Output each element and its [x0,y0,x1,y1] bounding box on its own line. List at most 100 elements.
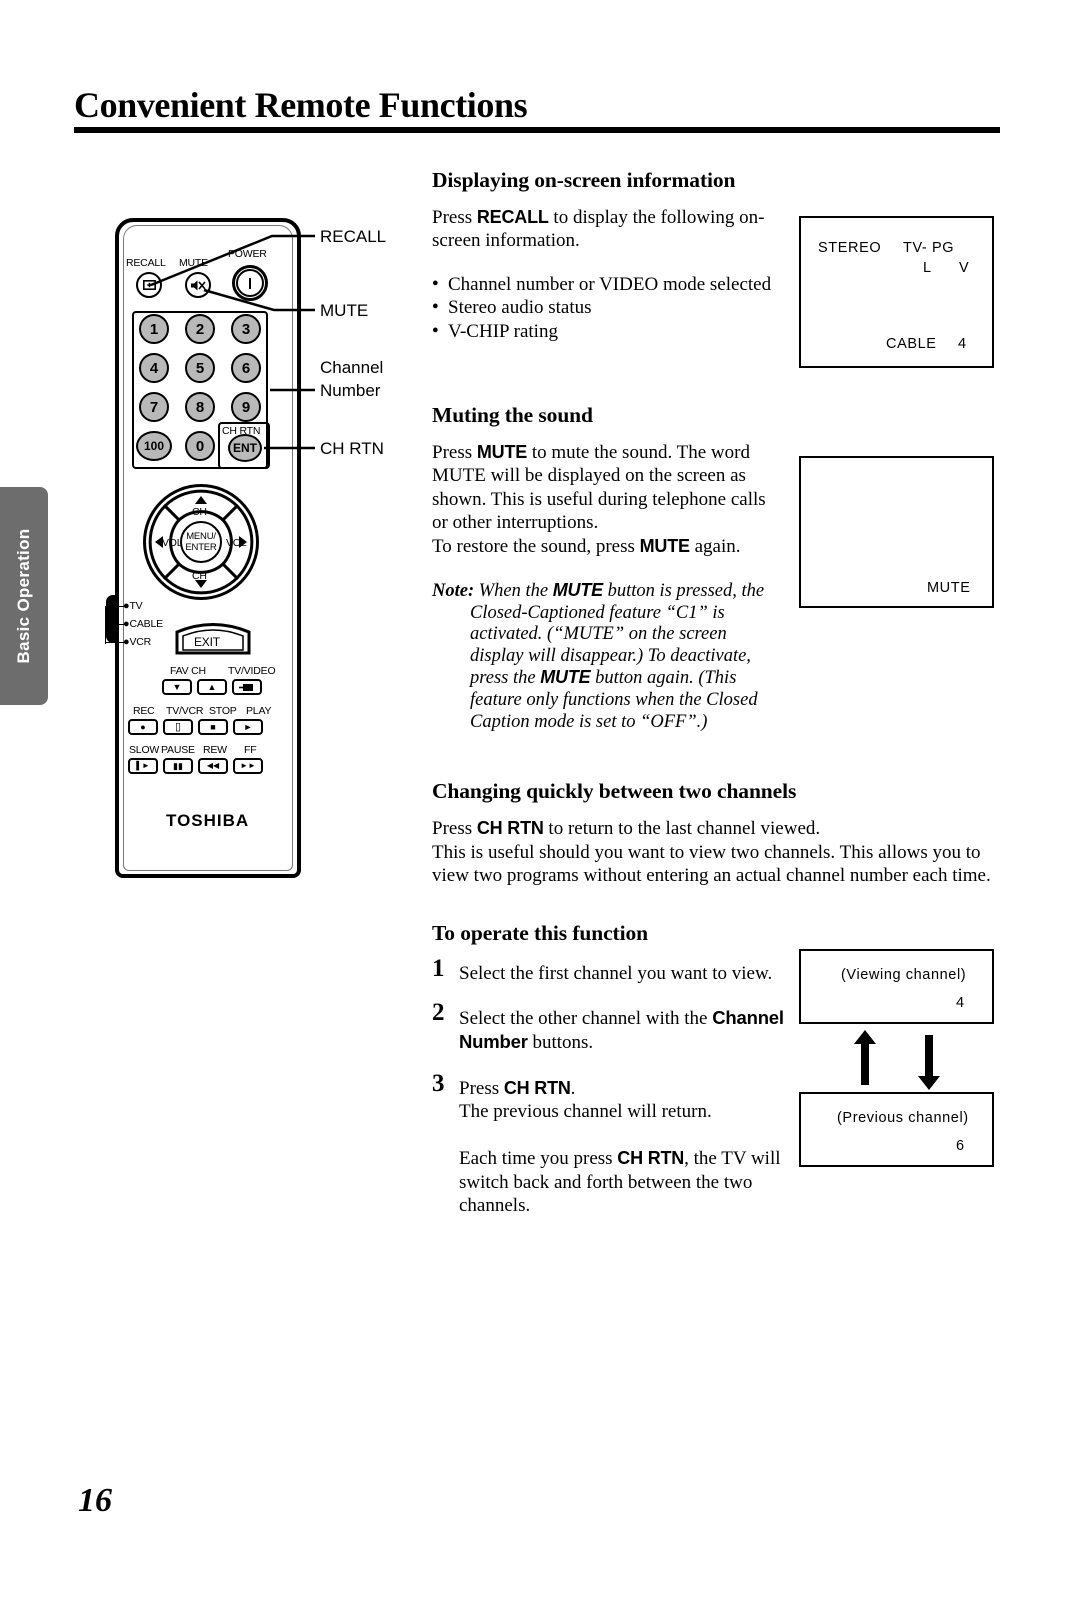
remote-mute-button[interactable] [185,272,211,298]
remote-slow-button[interactable]: ▌► [128,758,158,774]
remote-mode-cable: ●CABLE [123,618,163,630]
play-icon: ► [243,721,253,732]
title-divider [74,127,1000,133]
step-number: 3 [432,1069,445,1097]
remote-rew-label: REW [203,744,227,756]
tv-screen-recall: STEREO TV- PG L V CABLE 4 [799,216,994,368]
step-3: 3 Press CH RTN. The previous channel wil… [432,1069,712,1123]
triangle-down-icon: ▼ [172,681,182,692]
remote-mode-vcr-leader [105,642,125,644]
step-1: 1 Select the first channel you want to v… [432,956,804,985]
mute-speaker-icon [191,280,206,290]
page-number: 16 [78,1482,112,1519]
kbd-note-mute-2: MUTE [540,667,591,688]
list-recall-info: Channel number or VIDEO mode selected St… [432,272,782,343]
remote-key-4[interactable]: 4 [139,353,169,383]
remote-power-button[interactable] [232,265,268,301]
heading-changing: Changing quickly between two channels [432,779,797,804]
kbd-ch-rtn-2: CH RTN [503,1077,571,1098]
remote-key-ent[interactable]: ENT [228,434,262,462]
remote-fav-ch-up-button[interactable]: ▲ [197,679,227,695]
paragraph-displaying-intro: Press RECALL to display the following on… [432,207,765,252]
remote-brand-logo: TOSHIBA [166,811,250,830]
remote-rec-button[interactable]: ● [128,719,158,735]
closing-paragraph: Each time you press CH RTN, the TV will … [459,1148,781,1217]
arrow-down-icon [918,1035,940,1090]
record-icon: ● [140,721,146,732]
step-2: 2 Select the other channel with the Chan… [432,998,784,1054]
kbd-mute-1: MUTE [476,442,528,463]
remote-dpad-ch-down-label: CH [192,570,207,582]
remote-exit-label: EXIT [194,635,220,649]
paragraph-muting-1: Press MUTE to mute the sound. The word M… [432,442,766,534]
step-number: 1 [432,955,445,983]
remote-ff-label: FF [244,744,257,756]
section-tab-basic-operation: Basic Operation [0,487,48,705]
triangle-up-icon: ▲ [207,681,217,692]
paragraph-muting-2: To restore the sound, press MUTE again. [432,535,741,557]
list-item: Channel number or VIDEO mode selected [432,272,782,296]
remote-enter-label: ENTER [185,542,217,553]
recall-icon [142,280,156,290]
remote-key-6[interactable]: 6 [231,353,261,383]
remote-menu-enter-button[interactable]: MENU/ ENTER [180,521,222,563]
remote-mode-tv-leader [105,606,125,608]
remote-key-0[interactable]: 0 [185,431,215,461]
remote-fav-ch-down-button[interactable]: ▼ [162,679,192,695]
remote-stop-label: STOP [209,705,237,717]
note-mute: Note: When the MUTE button is pressed, t… [432,580,765,732]
rewind-icon: ◀◀ [206,761,220,770]
kbd-mute-2: MUTE [639,535,690,556]
page-title: Convenient Remote Functions [74,85,528,125]
remote-label-recall: RECALL [126,257,166,269]
remote-key-9[interactable]: 9 [231,392,261,422]
tv-mute-text: MUTE [927,580,971,596]
callout-channel: Channel [320,358,384,377]
remote-key-100[interactable]: 100 [136,431,172,461]
heading-displaying: Displaying on-screen information [432,168,736,192]
paragraph-changing-2: This is useful should you want to view t… [432,841,991,887]
tv-viewing-caption: (Viewing channel) [841,967,967,983]
callout-mute: MUTE [320,301,369,320]
remote-play-button[interactable]: ► [233,719,263,735]
kbd-note-mute-1: MUTE [552,580,603,601]
remote-dpad-ch-up-label: CH [192,506,207,518]
heading-muting: Muting the sound [432,403,593,428]
remote-key-1[interactable]: 1 [139,314,169,344]
fast-forward-icon: ►► [240,761,256,770]
remote-tv-video-button[interactable] [232,679,262,695]
remote-fav-ch-label: FAV CH [170,665,206,677]
remote-tv-vcr-label: TV/VCR [166,705,204,717]
remote-label-power: POWER [228,248,267,260]
paragraph-changing-1: Press CH RTN to return to the last chann… [432,818,821,840]
step-number: 2 [432,998,445,1026]
callout-number: Number [320,381,381,400]
tv-rating-l-text: L [923,260,932,276]
remote-key-7[interactable]: 7 [139,392,169,422]
section-tab-label: Basic Operation [14,528,33,664]
remote-control-illustration: RECALL MUTE POWER 1 2 3 4 5 6 7 8 9 100 … [104,210,404,900]
remote-tv-vcr-button[interactable]: ▯ [163,719,193,735]
remote-key-5[interactable]: 5 [185,353,215,383]
remote-recall-button[interactable] [136,272,162,298]
remote-mode-vcr: ●VCR [123,636,152,648]
tv-viewing-channel-number: 4 [956,995,965,1011]
tv-screen-previous-channel: (Previous channel) 6 [799,1092,994,1167]
arrow-up-icon [854,1030,876,1085]
heading-operate: To operate this function [432,921,649,946]
stop-icon: ■ [210,721,216,732]
remote-pause-label: PAUSE [161,744,195,756]
tv-source-text: CABLE [886,336,937,352]
tv-screen-viewing-channel: (Viewing channel) 4 [799,949,994,1024]
remote-key-8[interactable]: 8 [185,392,215,422]
remote-mode-tv: ●TV [123,600,143,612]
remote-rew-button[interactable]: ◀◀ [198,758,228,774]
remote-stop-button[interactable]: ■ [198,719,228,735]
remote-key-2[interactable]: 2 [185,314,215,344]
remote-key-3[interactable]: 3 [231,314,261,344]
remote-pause-button[interactable]: ▮▮ [163,758,193,774]
step-3-subtext: The previous channel will return. [459,1101,712,1123]
rectangle-icon: ▯ [174,720,182,733]
remote-side-bump [106,595,119,643]
remote-ff-button[interactable]: ►► [233,758,263,774]
